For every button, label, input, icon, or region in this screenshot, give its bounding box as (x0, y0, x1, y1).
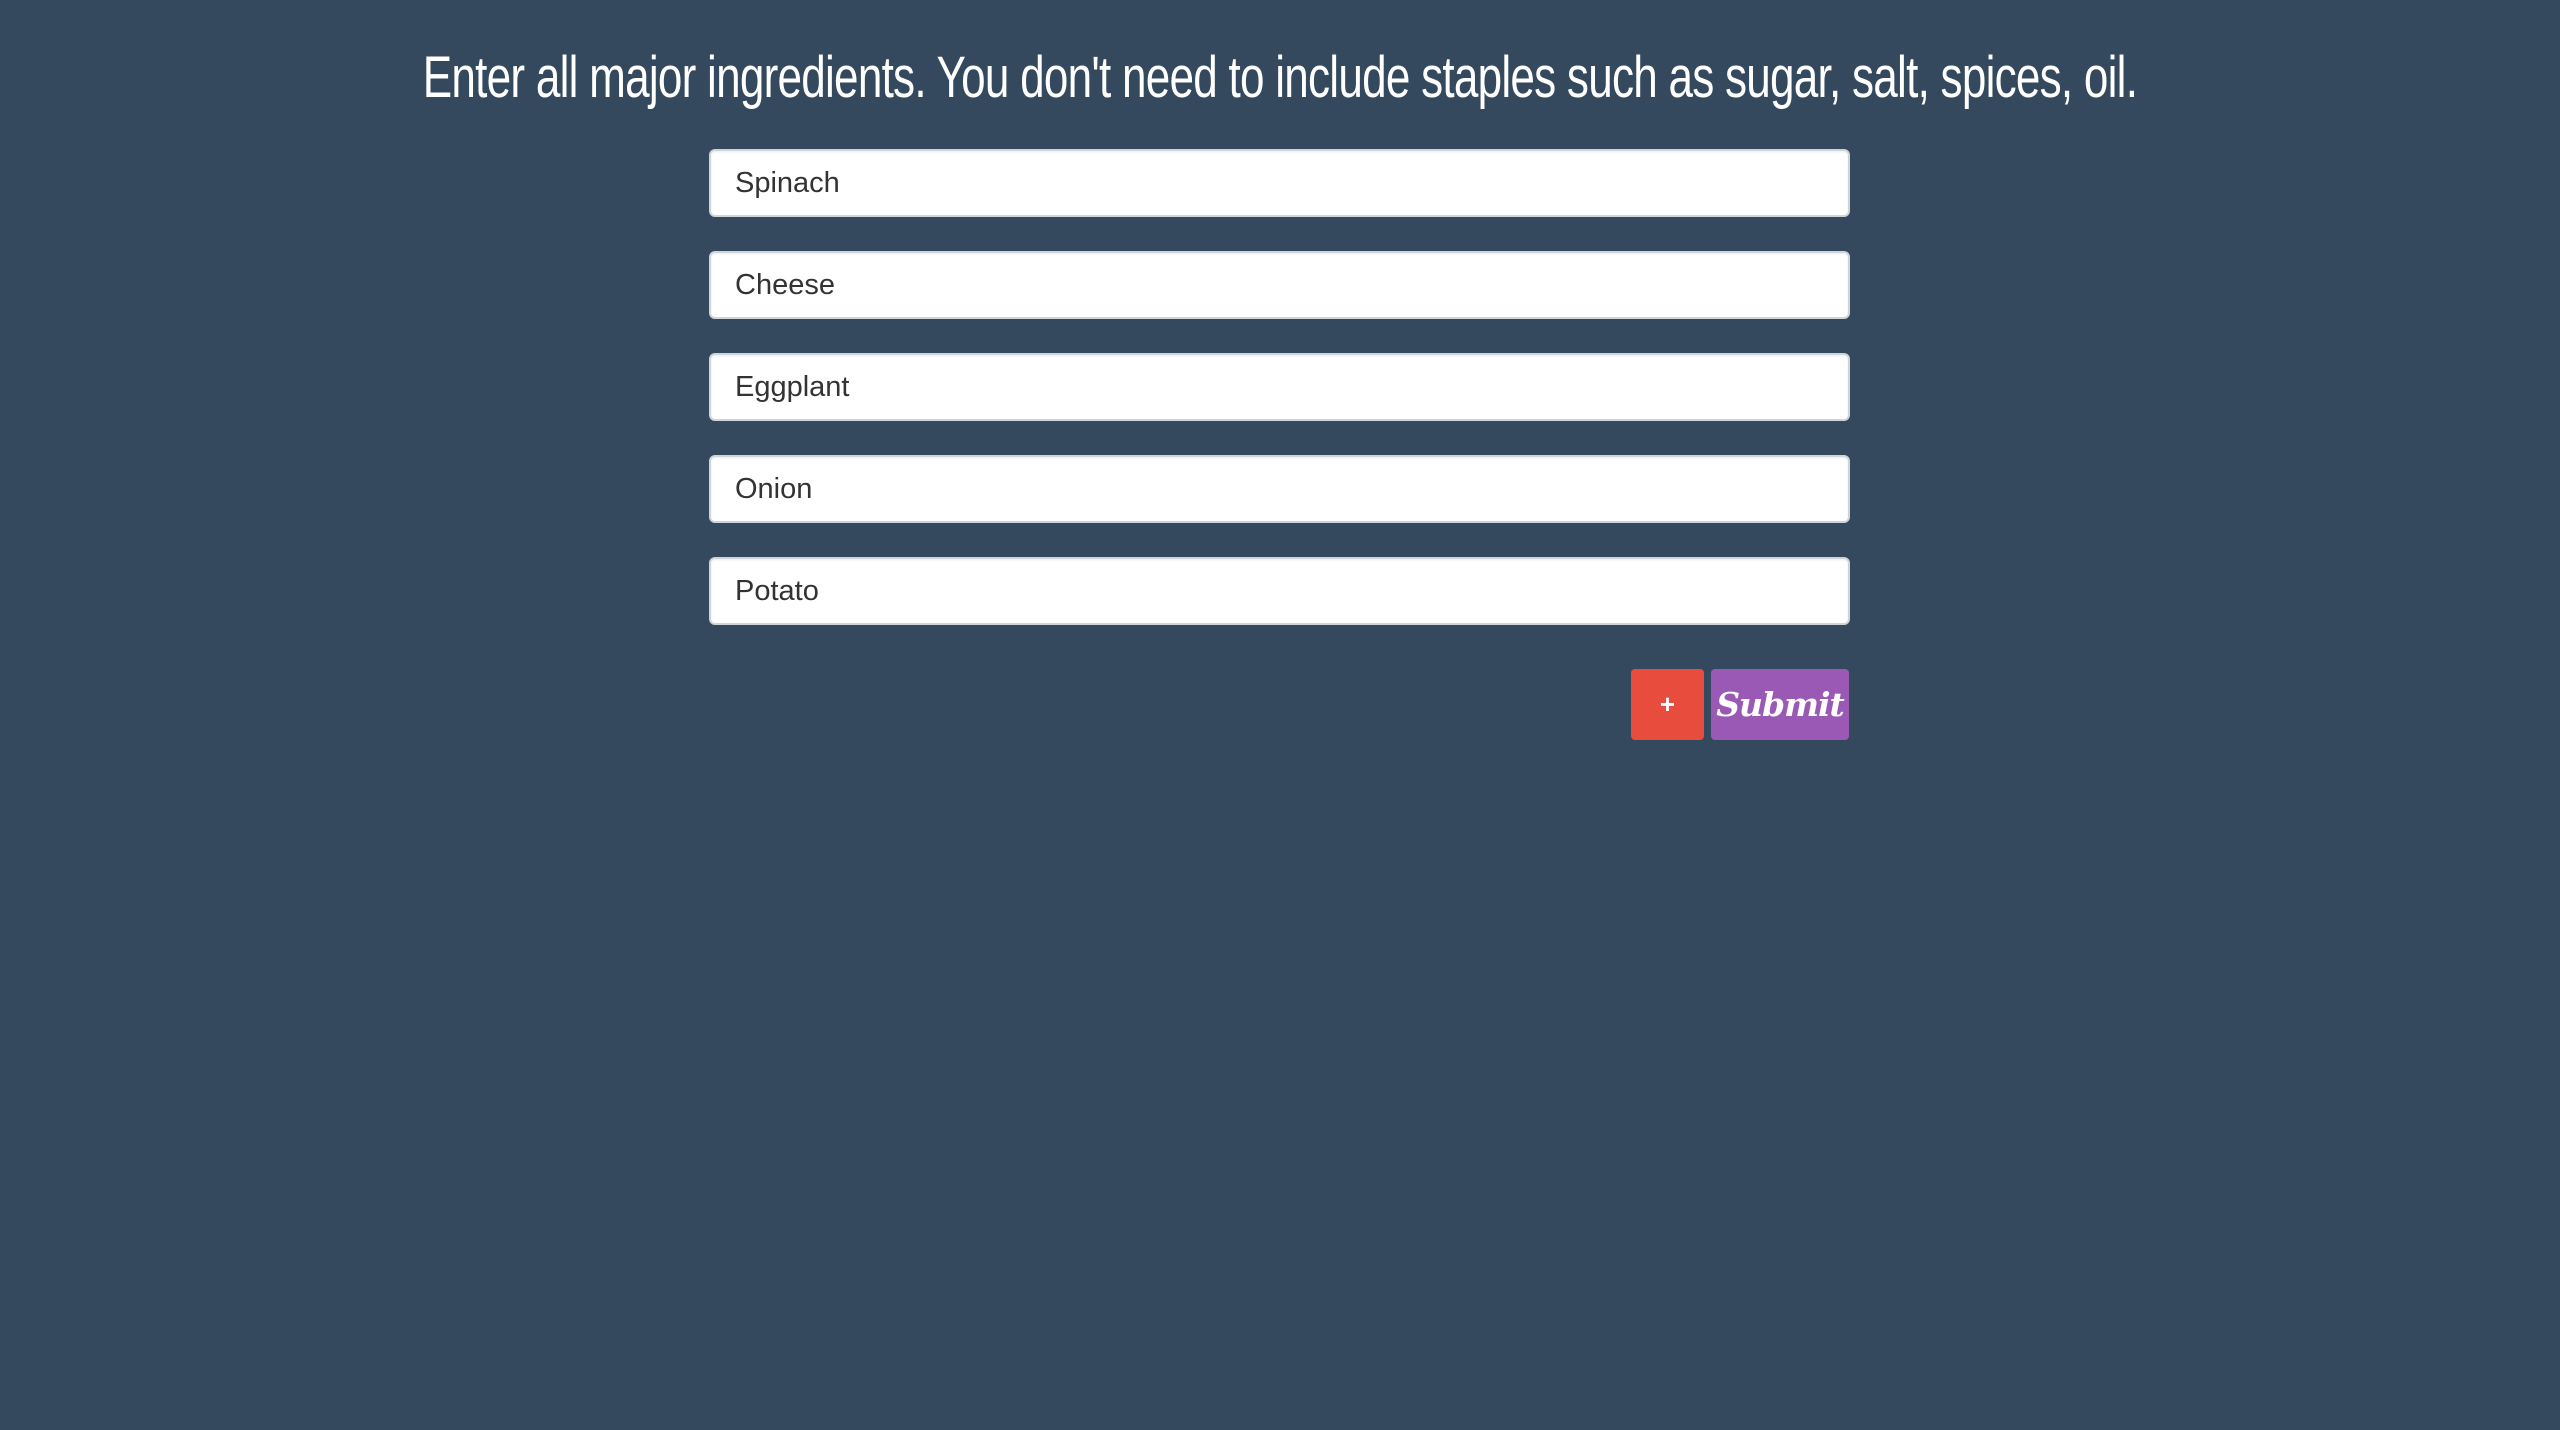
ingredients-form (709, 149, 1850, 625)
ingredient-input-5[interactable] (709, 557, 1850, 625)
ingredient-input-4[interactable] (709, 455, 1850, 523)
ingredient-input-1[interactable] (709, 149, 1850, 217)
ingredient-input-2[interactable] (709, 251, 1850, 319)
submit-button[interactable]: Submit (1711, 669, 1849, 740)
ingredient-input-3[interactable] (709, 353, 1850, 421)
add-ingredient-button[interactable]: + (1631, 669, 1704, 740)
form-actions: + Submit (1631, 669, 1849, 740)
instructions-heading: Enter all major ingredients. You don't n… (422, 45, 2138, 110)
